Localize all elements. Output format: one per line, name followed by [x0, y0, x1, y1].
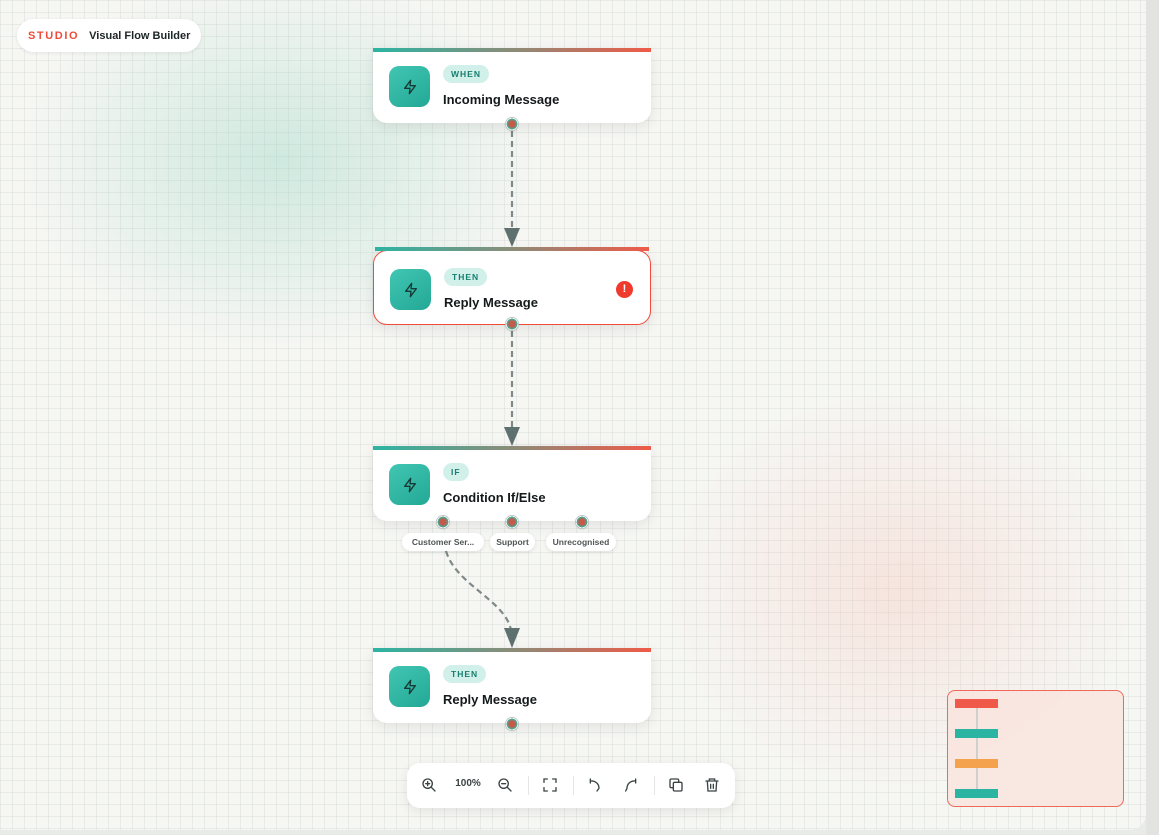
zoom-out-icon[interactable] [495, 775, 515, 795]
node-badge: IF [443, 463, 469, 481]
branch-label-unrecognised[interactable]: Unrecognised [546, 533, 616, 551]
minimap-node [955, 699, 998, 708]
minimap-node [955, 789, 998, 798]
flow-canvas[interactable]: STUDIO Visual Flow Builder WHEN Incoming… [0, 0, 1146, 830]
canvas-toolbar: 100% [407, 763, 735, 808]
branch-port[interactable] [576, 516, 588, 528]
undo-icon[interactable] [585, 775, 605, 795]
alert-circle-icon[interactable]: ! [616, 281, 633, 298]
node-title: Incoming Message [443, 92, 560, 107]
node-badge: THEN [443, 665, 487, 683]
copy-icon[interactable] [666, 775, 686, 795]
node-title: Reply Message [443, 692, 537, 707]
lightning-bolt-icon [390, 269, 431, 310]
zoom-level: 100% [455, 778, 481, 789]
toolbar-divider [654, 776, 655, 795]
trigger-node[interactable]: WHEN Incoming Message [373, 48, 651, 123]
branch-label-customer-service[interactable]: Customer Ser... [402, 533, 484, 551]
output-port[interactable] [506, 118, 518, 130]
branch-port[interactable] [437, 516, 449, 528]
node-badge: THEN [444, 268, 488, 286]
output-port[interactable] [506, 718, 518, 730]
branch-label-support[interactable]: Support [490, 533, 535, 551]
fit-screen-icon[interactable] [540, 775, 560, 795]
node-badge: WHEN [443, 65, 489, 83]
window-edge [1146, 0, 1159, 835]
connector-edge[interactable] [444, 550, 513, 631]
node-title: Condition If/Else [443, 490, 546, 505]
action-node-error[interactable]: THEN Reply Message ! [373, 247, 651, 325]
condition-node[interactable]: IF Condition If/Else [373, 446, 651, 521]
minimap-node [955, 759, 998, 768]
minimap[interactable] [947, 690, 1124, 807]
lightning-bolt-icon [389, 66, 430, 107]
toolbar-divider [528, 776, 529, 795]
zoom-in-icon[interactable] [419, 775, 439, 795]
arrow-head-icon [504, 228, 520, 247]
branch-port[interactable] [506, 516, 518, 528]
trash-icon[interactable] [702, 775, 722, 795]
action-node[interactable]: THEN Reply Message [373, 648, 651, 723]
redo-icon[interactable] [621, 775, 641, 795]
toolbar-divider [573, 776, 574, 795]
minimap-node [955, 729, 998, 738]
node-title: Reply Message [444, 295, 538, 310]
lightning-bolt-icon [389, 666, 430, 707]
minimap-connector [976, 703, 978, 795]
arrow-head-icon [504, 628, 520, 648]
output-port[interactable] [506, 318, 518, 330]
lightning-bolt-icon [389, 464, 430, 505]
arrow-head-icon [504, 427, 520, 446]
